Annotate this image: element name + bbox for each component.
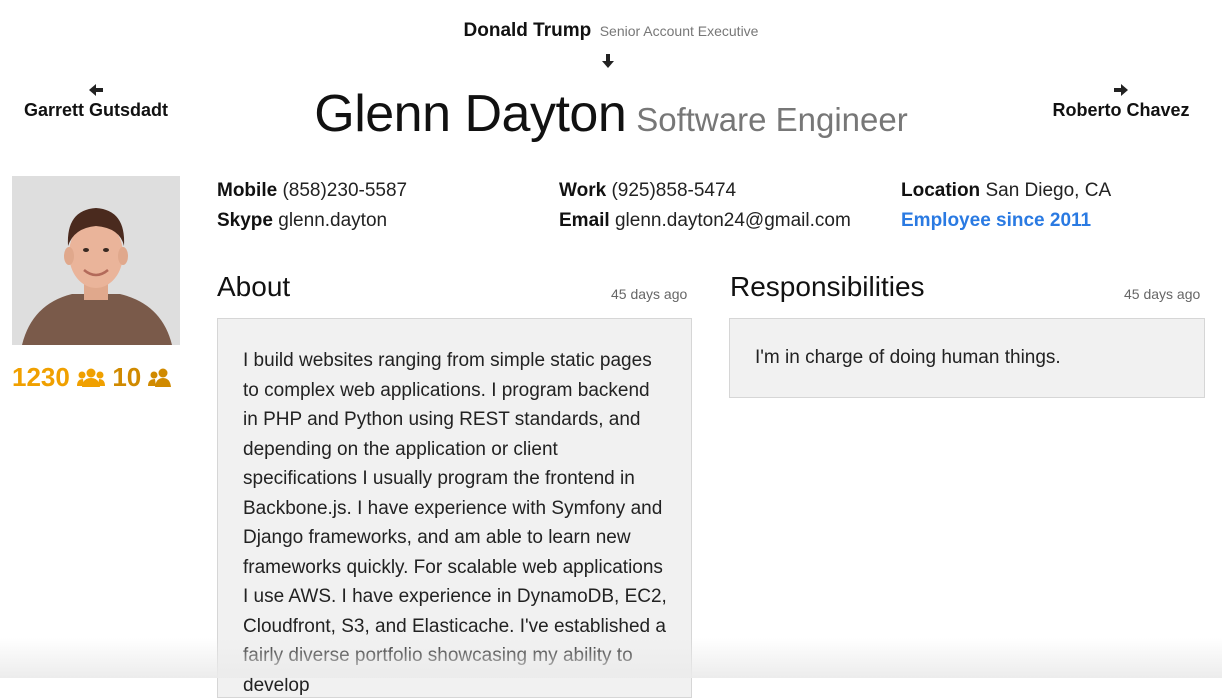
mobile-info: Mobile (858)230-5587 [217, 180, 407, 202]
profile-header: Glenn Dayton Software Engineer [0, 84, 1222, 144]
employee-since-link[interactable]: Employee since 2011 [901, 210, 1091, 232]
location-value: San Diego, CA [985, 180, 1112, 201]
manager-link[interactable]: Donald Trump Senior Account Executive [0, 20, 1222, 42]
responsibilities-text: I'm in charge of doing human things. [755, 347, 1061, 368]
people-icon[interactable] [148, 368, 172, 388]
email-label: Email [559, 210, 610, 231]
profile-name: Glenn Dayton [314, 85, 627, 143]
followers-count[interactable]: 1230 [12, 362, 70, 392]
email-info: Email glenn.dayton24@gmail.com [559, 210, 851, 232]
location-info: Location San Diego, CA [901, 180, 1111, 202]
about-heading: About [217, 271, 291, 302]
manager-name[interactable]: Donald Trump [464, 20, 592, 41]
manager-title: Senior Account Executive [599, 23, 759, 39]
skype-value[interactable]: glenn.dayton [278, 210, 387, 231]
about-timestamp: 45 days ago [611, 286, 688, 302]
mobile-label: Mobile [217, 180, 278, 201]
responsibilities-timestamp: 45 days ago [1124, 286, 1201, 302]
profile-stats: 1230 10 [12, 362, 172, 393]
work-label: Work [559, 180, 607, 201]
location-label: Location [901, 180, 981, 201]
skype-info: Skype glenn.dayton [217, 210, 387, 232]
email-value[interactable]: glenn.dayton24@gmail.com [615, 210, 851, 231]
work-value[interactable]: (925)858-5474 [611, 180, 736, 201]
responsibilities-panel: I'm in charge of doing human things. [729, 318, 1205, 398]
mobile-value[interactable]: (858)230-5587 [282, 180, 407, 201]
responsibilities-heading: Responsibilities [730, 271, 925, 302]
group-icon[interactable] [77, 368, 106, 388]
profile-title: Software Engineer [636, 101, 908, 138]
skype-label: Skype [217, 210, 273, 231]
bottom-fade [0, 638, 1222, 678]
work-info: Work (925)858-5474 [559, 180, 736, 202]
direct-reports-count[interactable]: 10 [112, 362, 141, 392]
arrow-down-icon[interactable] [601, 52, 615, 70]
profile-photo [12, 176, 180, 345]
